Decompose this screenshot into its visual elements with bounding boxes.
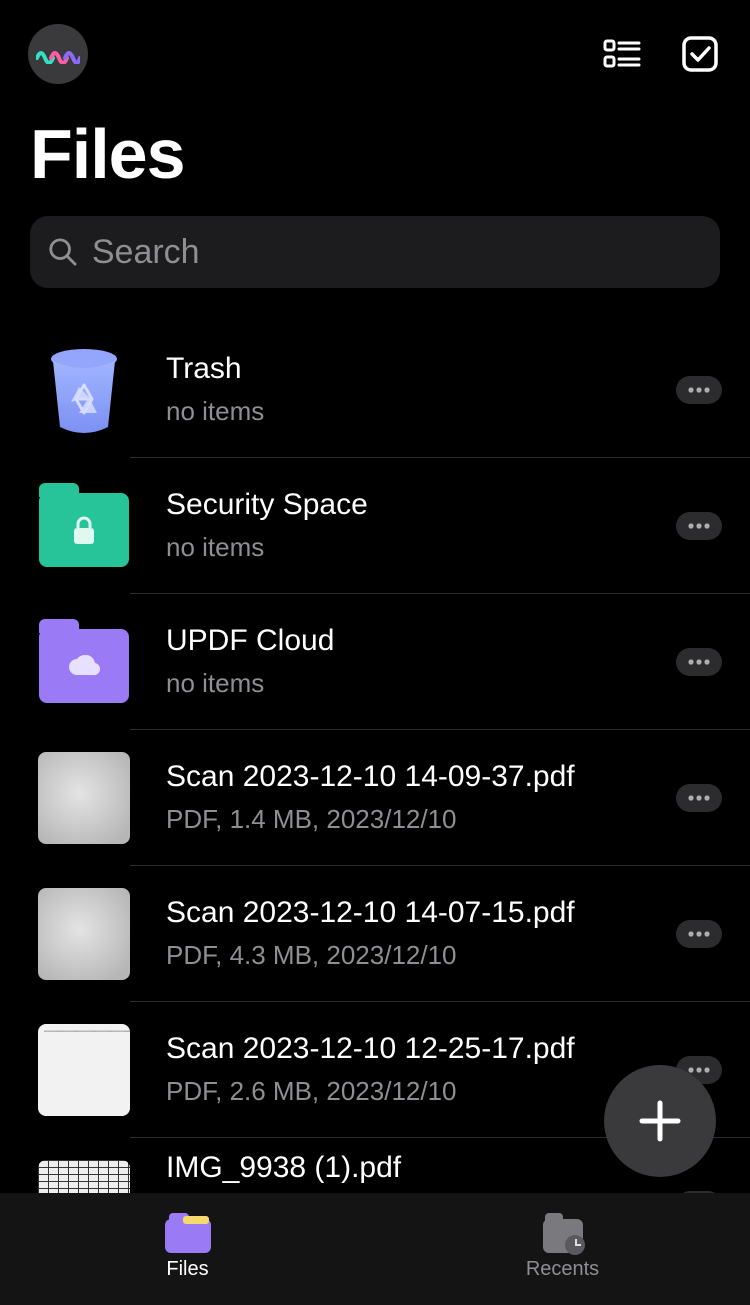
tab-label: Files [166, 1258, 208, 1281]
item-sub: no items [166, 396, 660, 427]
list-item[interactable]: Scan 2023-12-10 14-07-15.pdf PDF, 4.3 MB… [38, 866, 750, 1002]
more-button[interactable] [676, 648, 722, 676]
trash-icon [38, 344, 130, 436]
cloud-folder-icon [38, 616, 130, 708]
item-name: Scan 2023-12-10 12-25-17.pdf [166, 1032, 660, 1066]
file-thumbnail [38, 752, 130, 844]
app-logo[interactable] [28, 24, 88, 84]
add-button[interactable] [604, 1065, 716, 1177]
tab-files[interactable]: Files [0, 1193, 375, 1305]
file-thumbnail [38, 888, 130, 980]
tab-label: Recents [526, 1258, 599, 1281]
item-sub: no items [166, 668, 660, 699]
item-name: Scan 2023-12-10 14-09-37.pdf [166, 760, 660, 794]
item-name: Trash [166, 352, 660, 386]
item-name: IMG_9938 (1).pdf [166, 1151, 660, 1185]
item-sub: PDF, 2.6 MB, 2023/12/10 [166, 1076, 660, 1107]
list-view-icon [603, 35, 641, 73]
security-folder-icon [38, 480, 130, 572]
file-thumbnail: ▪▪▪▪▪▪▪▪▪▪▪▪▪▪▪▪▪▪▪▪▪▪▪▪▪▪▪▪▪▪▪▪▪▪▪▪▪▪▪▪… [38, 1024, 130, 1116]
more-button[interactable] [676, 920, 722, 948]
plus-icon [636, 1097, 684, 1145]
more-button[interactable] [676, 784, 722, 812]
files-tab-icon [165, 1218, 211, 1254]
view-toggle-button[interactable] [600, 32, 644, 76]
cloud-icon [67, 655, 101, 679]
item-name: Security Space [166, 488, 660, 522]
checkbox-icon [681, 35, 719, 73]
list-item-updf-cloud[interactable]: UPDF Cloud no items [38, 594, 750, 730]
item-name: UPDF Cloud [166, 624, 660, 658]
select-button[interactable] [678, 32, 722, 76]
list-item-security-space[interactable]: Security Space no items [38, 458, 750, 594]
more-button[interactable] [676, 376, 722, 404]
item-sub: no items [166, 532, 660, 563]
list-item[interactable]: Scan 2023-12-10 14-09-37.pdf PDF, 1.4 MB… [38, 730, 750, 866]
search-icon [48, 236, 78, 268]
lock-icon [71, 516, 97, 546]
search-bar[interactable] [30, 216, 720, 288]
item-sub: PDF, 4.3 MB, 2023/12/10 [166, 940, 660, 971]
item-name: Scan 2023-12-10 14-07-15.pdf [166, 896, 660, 930]
item-sub: PDF, 1.4 MB, 2023/12/10 [166, 804, 660, 835]
tab-recents[interactable]: Recents [375, 1193, 750, 1305]
recents-tab-icon [540, 1218, 586, 1254]
topbar [0, 0, 750, 96]
list-item-trash[interactable]: Trash no items [38, 322, 750, 458]
logo-wave-icon [36, 44, 80, 64]
tab-bar: Files Recents [0, 1193, 750, 1305]
more-button[interactable] [676, 512, 722, 540]
search-input[interactable] [92, 233, 702, 272]
page-title: Files [0, 96, 750, 208]
